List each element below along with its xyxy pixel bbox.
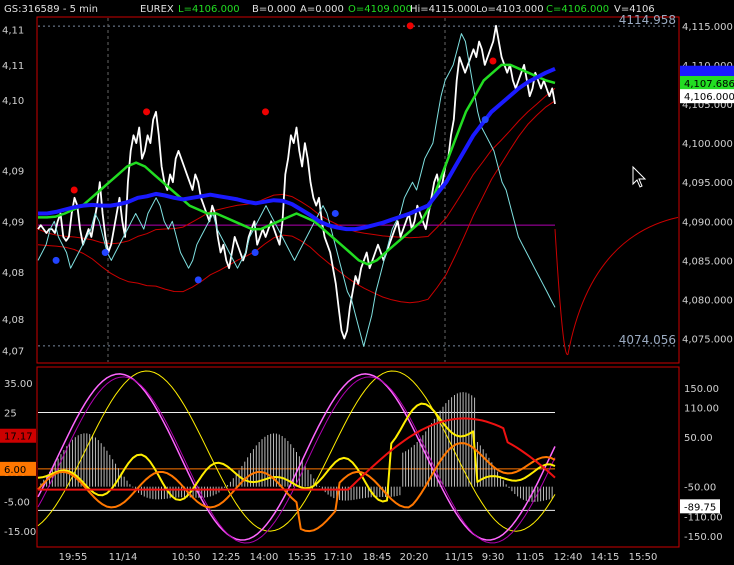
- price-badge-label-0: 4,107.686: [684, 79, 734, 90]
- price-left-tick-6: 4,08: [2, 315, 24, 326]
- signal-dot-10: [481, 116, 489, 124]
- signal-dot-8: [251, 249, 259, 257]
- header-exchange: EUREX: [140, 4, 174, 15]
- signal-dot-3: [406, 22, 414, 30]
- header-close: C=4106.000: [546, 4, 609, 15]
- price-left-tick-4: 4,09: [2, 217, 24, 228]
- osc-right-tick-4: -110.00: [684, 512, 723, 523]
- signal-dot-0: [70, 186, 78, 194]
- osc-badge-label-2: -89.75: [684, 502, 716, 513]
- x-tick-11: 11:05: [516, 552, 545, 563]
- price-left-tick-5: 4,08: [2, 268, 24, 279]
- price-panel: 4114.958 4074.056: [37, 13, 679, 362]
- price-left-tick-3: 4,09: [2, 166, 24, 177]
- osc-left-tick-4: -15.00: [4, 527, 36, 538]
- header-high: Hi=4115.000: [410, 4, 476, 15]
- signal-dot-1: [143, 108, 151, 116]
- series-cyan-oscillator-overlay: [37, 33, 556, 347]
- price-left-tick-1: 4,11: [2, 61, 24, 72]
- price-panel-frame: [36, 16, 680, 364]
- x-tick-6: 17:10: [324, 552, 353, 563]
- osc-left-tick-0: 35.00: [4, 379, 33, 390]
- x-tick-5: 15:35: [288, 552, 317, 563]
- price-right-tick-3: 4,100.000: [682, 139, 733, 150]
- signal-dot-4: [489, 57, 497, 65]
- x-tick-12: 12:40: [554, 552, 583, 563]
- signal-dot-5: [52, 256, 60, 264]
- x-tick-3: 12:25: [212, 552, 241, 563]
- chart-canvas: GS:316589 - 5 min EUREX L=4106.000 B=0.0…: [0, 4, 734, 563]
- signal-dot-2: [261, 108, 269, 116]
- x-tick-13: 14:15: [591, 552, 620, 563]
- price-left-tick-2: 4,10: [2, 96, 24, 107]
- osc-right-tick-5: -150.00: [684, 532, 723, 543]
- osc-left-tick-3: -5.00: [4, 498, 30, 509]
- signal-dot-7: [194, 276, 202, 284]
- lower-band-label: 4074.056: [619, 333, 676, 347]
- x-tick-14: 15:50: [629, 552, 658, 563]
- price-right-tick-4: 4,095.000: [682, 178, 733, 189]
- x-tick-2: 10:50: [172, 552, 201, 563]
- header-symbol: GS:316589 - 5 min: [4, 4, 98, 15]
- series-price: [37, 24, 556, 340]
- osc-right-tick-3: -50.00: [684, 483, 716, 494]
- chart-header: GS:316589 - 5 min EUREX L=4106.000 B=0.0…: [4, 4, 655, 15]
- upper-band-label: 4114.958: [619, 13, 676, 27]
- price-left-tick-7: 4,07: [2, 346, 24, 357]
- oscillator-panel: [37, 370, 556, 544]
- x-tick-7: 18:45: [363, 552, 392, 563]
- osc-badge-label-1: 6.00: [4, 465, 26, 476]
- x-tick-8: 20:20: [400, 552, 429, 563]
- header-ask: A=0.000: [300, 4, 344, 15]
- price-badge-label-1: 4,106.000: [684, 92, 734, 103]
- x-tick-10: 9:30: [482, 552, 504, 563]
- osc-right-tick-1: 110.00: [684, 404, 719, 415]
- x-tick-9: 11/15: [445, 552, 474, 563]
- osc-right-tick-0: 150.00: [684, 384, 719, 395]
- price-right-tick-0: 4,115.000: [682, 22, 733, 33]
- osc-left-tick-1: 25: [4, 409, 17, 420]
- osc-right-tick-2: 50.00: [684, 433, 713, 444]
- series-green-average: [38, 63, 556, 266]
- price-right-tick-6: 4,085.000: [682, 256, 733, 267]
- osc-badge-label-0: 17.17: [4, 432, 33, 443]
- price-right-tick-8: 4,075.000: [682, 335, 733, 346]
- header-open: O=4109.000: [348, 4, 412, 15]
- price-right-tick-5: 4,090.000: [682, 217, 733, 228]
- price-left-tick-0: 4,11: [2, 26, 24, 37]
- header-bid: B=0.000: [252, 4, 296, 15]
- price-right-tick-7: 4,080.000: [682, 295, 733, 306]
- x-tick-0: 19:55: [59, 552, 88, 563]
- signal-dot-9: [331, 209, 339, 217]
- signal-dot-6: [101, 249, 109, 257]
- header-last: L=4106.000: [178, 4, 240, 15]
- header-low: Lo=4103.000: [476, 4, 544, 15]
- x-tick-4: 14:00: [250, 552, 279, 563]
- x-tick-1: 11/14: [109, 552, 138, 563]
- mouse-cursor-icon: [632, 165, 647, 188]
